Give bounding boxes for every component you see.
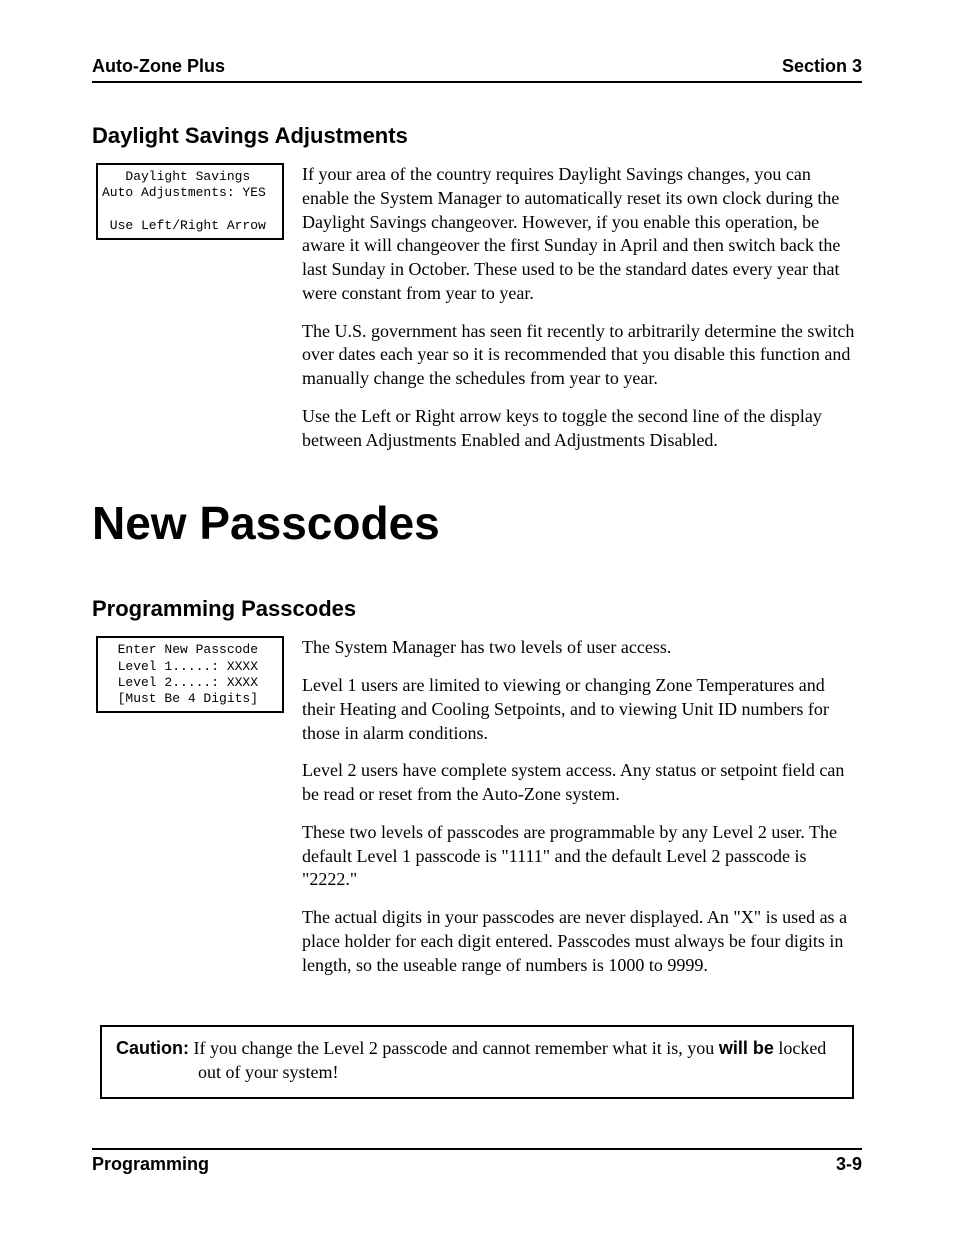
caution-strong: will be <box>719 1038 774 1058</box>
lcd-daylight: Daylight Savings Auto Adjustments: YES U… <box>96 163 284 240</box>
heading-daylight: Daylight Savings Adjustments <box>92 123 862 149</box>
page-header: Auto-Zone Plus Section 3 <box>92 56 862 77</box>
daylight-block: Daylight Savings Auto Adjustments: YES U… <box>92 163 862 466</box>
daylight-p1: If your area of the country requires Day… <box>302 163 862 306</box>
passcodes-p3: Level 2 users have complete system acces… <box>302 759 862 807</box>
passcodes-p4: These two levels of passcodes are progra… <box>302 821 862 892</box>
header-right: Section 3 <box>782 56 862 77</box>
daylight-p3: Use the Left or Right arrow keys to togg… <box>302 405 862 453</box>
lcd-passcodes: Enter New Passcode Level 1.....: XXXX Le… <box>96 636 284 713</box>
daylight-body: If your area of the country requires Day… <box>302 163 862 466</box>
footer-rule <box>92 1148 862 1150</box>
caution-box: Caution: If you change the Level 2 passc… <box>100 1025 854 1099</box>
passcodes-block: Enter New Passcode Level 1.....: XXXX Le… <box>92 636 862 991</box>
page-footer: Programming 3-9 <box>92 1148 862 1175</box>
footer-right: 3-9 <box>836 1154 862 1175</box>
heading-passcodes: Programming Passcodes <box>92 596 862 622</box>
caution-text-before: If you change the Level 2 passcode and c… <box>189 1038 719 1058</box>
title-new-passcodes: New Passcodes <box>92 496 862 550</box>
header-rule <box>92 81 862 83</box>
passcodes-p5: The actual digits in your passcodes are … <box>302 906 862 977</box>
daylight-p2: The U.S. government has seen fit recentl… <box>302 320 862 391</box>
page: Auto-Zone Plus Section 3 Daylight Saving… <box>0 0 954 1235</box>
passcodes-p1: The System Manager has two levels of use… <box>302 636 862 660</box>
passcodes-p2: Level 1 users are limited to viewing or … <box>302 674 862 745</box>
footer-left: Programming <box>92 1154 209 1175</box>
caution-label: Caution: <box>116 1038 189 1058</box>
header-left: Auto-Zone Plus <box>92 56 225 77</box>
passcodes-body: The System Manager has two levels of use… <box>302 636 862 991</box>
